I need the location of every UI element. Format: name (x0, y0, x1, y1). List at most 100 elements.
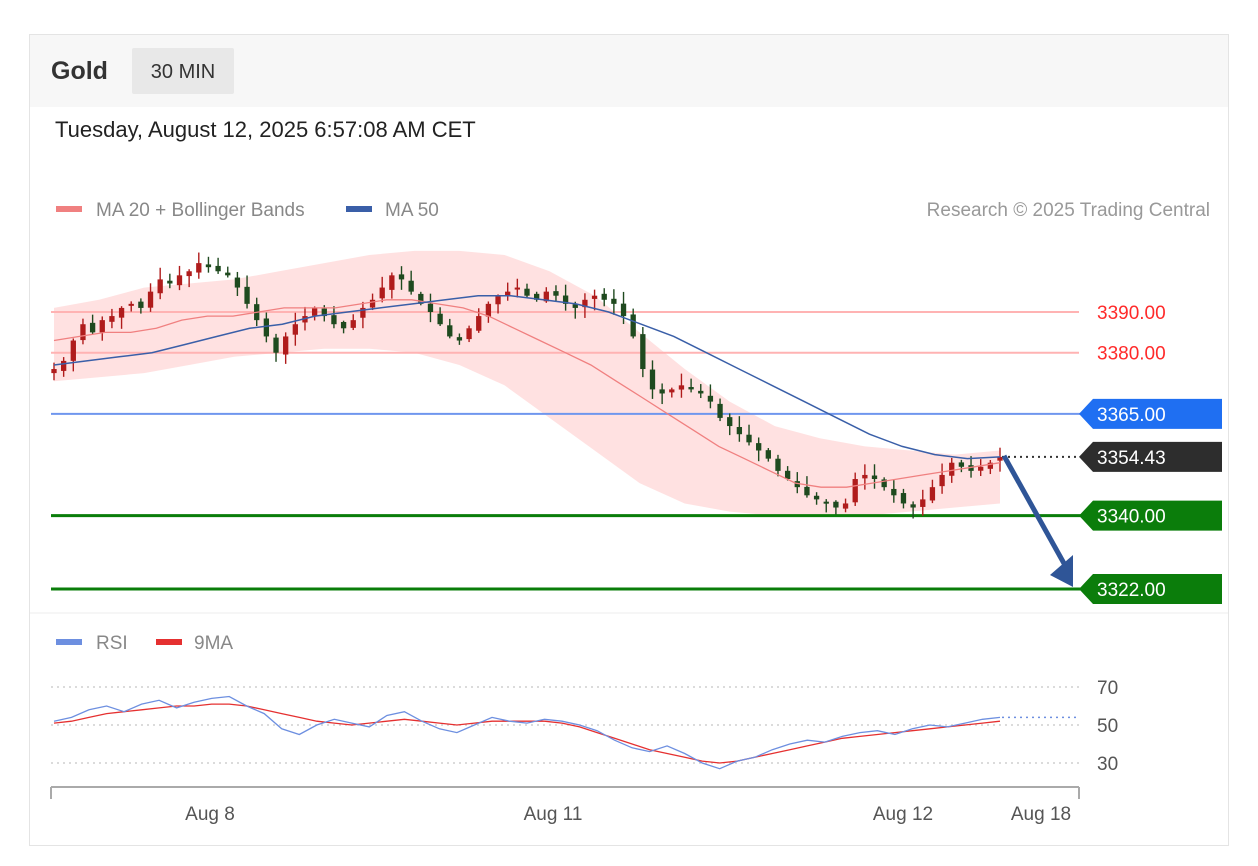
ma20-legend-label: MA 20 + Bollinger Bands (96, 200, 305, 221)
ma50-legend-swatch (346, 206, 372, 212)
level-label-3380.00: 3380.00 (1097, 344, 1166, 365)
candle-body (408, 280, 414, 292)
rsi-ma-legend-label: 9MA (194, 633, 233, 654)
rsi-tick-50: 50 (1097, 716, 1118, 737)
chart-card: Gold 30 MIN Tuesday, August 12, 2025 6:5… (29, 34, 1229, 846)
research-credit: Research © 2025 Trading Central (927, 200, 1210, 221)
candle-body (157, 279, 163, 294)
candle-body (369, 299, 376, 308)
candle-body (765, 450, 771, 459)
candle-body (842, 503, 849, 509)
candle-body (949, 462, 955, 476)
candle-body (283, 336, 289, 355)
candle-body (89, 322, 96, 333)
candle-body (485, 303, 492, 317)
candle-body (447, 325, 453, 337)
candle-body (350, 320, 356, 328)
candle-body (524, 288, 530, 296)
candle-body (620, 303, 627, 317)
candle-body (736, 427, 743, 435)
candle-body (746, 434, 752, 443)
candle-body (707, 395, 714, 402)
candle-body (225, 272, 231, 276)
candle-body (70, 340, 76, 361)
candle-body (427, 303, 434, 312)
candle-body (900, 493, 907, 504)
candle-body (910, 504, 916, 508)
candle-body (186, 271, 192, 277)
candle-body (205, 264, 212, 268)
candle-body (215, 265, 221, 272)
candle-body (727, 417, 733, 427)
candle-body (273, 337, 279, 353)
candle-body (553, 291, 559, 296)
candle-body (756, 443, 762, 451)
candle-body (717, 403, 723, 418)
x-tick-label: Aug 11 (524, 804, 583, 825)
candle-body (833, 501, 839, 508)
candle-body (176, 275, 183, 286)
candle-body (437, 313, 443, 325)
candle-body (60, 360, 67, 371)
candle-body (630, 314, 636, 337)
candle-body (340, 321, 347, 329)
candle-body (398, 274, 405, 280)
rsi-legend-label: RSI (96, 633, 128, 654)
candle-body (871, 475, 878, 480)
candle-body (331, 315, 337, 325)
x-tick-label: Aug 12 (873, 804, 933, 825)
candle-body (138, 301, 144, 308)
rsi-ma-legend-swatch (156, 639, 182, 645)
candle-body (601, 293, 607, 300)
candle-body (852, 479, 858, 503)
candle-body (167, 280, 173, 284)
candle-body (823, 501, 829, 504)
rsi-tick-30: 30 (1097, 754, 1118, 775)
candle-body (109, 316, 115, 322)
level-label-3365.00: 3365.00 (1097, 405, 1166, 426)
price-chart: MA 20 + Bollinger Bands MA 50 Research ©… (30, 200, 1228, 825)
candle-body (978, 466, 984, 471)
candle-body (495, 295, 501, 305)
candle-body (456, 337, 463, 341)
candle-body (698, 390, 704, 394)
candle-body (678, 385, 685, 390)
candle-body (292, 324, 298, 335)
candle-body (51, 369, 57, 374)
candle-body (669, 389, 675, 393)
candle-body (99, 320, 105, 333)
candle-body (244, 286, 250, 304)
level-label-3390.00: 3390.00 (1097, 303, 1166, 324)
level-label-3322.00: 3322.00 (1097, 580, 1166, 601)
ma50-legend-label: MA 50 (385, 200, 439, 221)
candle-body (640, 334, 646, 370)
rsi-legend-swatch (56, 639, 82, 645)
level-label-3354.43: 3354.43 (1097, 448, 1166, 469)
x-tick-label: Aug 18 (1011, 804, 1071, 825)
candle-body (147, 291, 154, 308)
ma20-legend-swatch (56, 206, 82, 212)
candle-body (891, 488, 897, 496)
forecast-arrow (1001, 454, 1069, 569)
candle-body (862, 474, 868, 479)
candle-body (920, 499, 926, 507)
candle-body (466, 328, 472, 340)
candle-body (804, 486, 810, 496)
candle-body (514, 287, 521, 290)
candle-body (234, 277, 241, 288)
candle-body (128, 303, 134, 306)
candle-body (80, 324, 86, 341)
candle-body (591, 295, 598, 299)
candle-body (659, 389, 665, 394)
candle-body (476, 316, 482, 331)
candle-body (389, 275, 395, 290)
x-tick-label: Aug 8 (185, 804, 235, 825)
rsi-line (53, 695, 1001, 770)
candle-body (611, 298, 617, 304)
candle-body (649, 369, 656, 390)
candle-body (958, 462, 965, 467)
candle-body (775, 458, 781, 471)
candle-body (118, 307, 125, 318)
candle-body (379, 287, 385, 299)
candle-body (813, 495, 820, 500)
